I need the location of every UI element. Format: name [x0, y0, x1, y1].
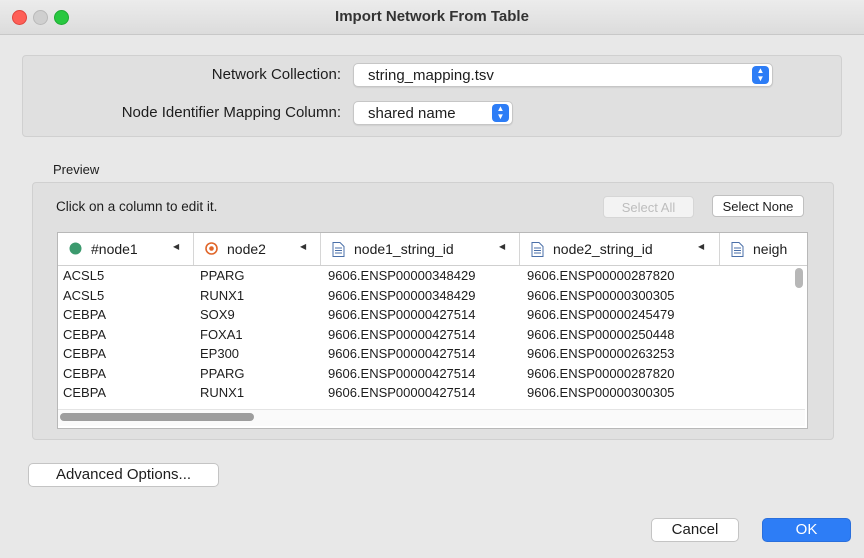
table-row: ACSL5 PPARG 9606.ENSP00000348429 9606.ENSP0… — [58, 266, 807, 286]
column-header-node2[interactable]: node2 ◀ — [194, 233, 321, 265]
table-cell: CEBPA — [63, 346, 107, 361]
table-cell: 9606.ENSP00000245479 — [527, 307, 675, 322]
column-header-node2-string-id[interactable]: node2_string_id ◀ — [520, 233, 720, 265]
table-cell: FOXA1 — [200, 326, 243, 342]
sort-arrow-icon[interactable]: ◀ — [698, 242, 704, 251]
vertical-scrollbar[interactable] — [795, 268, 803, 288]
table-cell: 9606.ENSP00000427514 — [328, 307, 476, 322]
table-header: #node1 ◀ node2 ◀ node1_string_id ◀ node2… — [58, 233, 807, 266]
table-cell: PPARG — [200, 365, 245, 381]
table-cell: 9606.ENSP00000263253 — [527, 346, 675, 361]
mapping-column-value: shared name — [368, 105, 456, 122]
table-cell: 9606.ENSP00000427514 — [328, 385, 476, 400]
table-cell: SOX9 — [200, 307, 235, 322]
table-row: CEBPA SOX9 9606.ENSP00000427514 9606.ENSP00… — [58, 305, 807, 325]
column-header-node1[interactable]: #node1 ◀ — [58, 233, 194, 265]
sort-arrow-icon[interactable]: ◀ — [173, 242, 179, 251]
table-cell: EP300 — [200, 346, 240, 361]
column-header-label: neigh — [753, 241, 788, 257]
table-cell: CEBPA — [63, 326, 107, 342]
table-cell: RUNX1 — [200, 385, 245, 400]
table-cell: 9606.ENSP00000348429 — [328, 287, 476, 303]
table-cell: 9606.ENSP00000250448 — [527, 326, 675, 342]
table-cell: 9606.ENSP00000287820 — [527, 268, 675, 283]
column-header-label: node2 — [227, 241, 266, 257]
window-title: Import Network From Table — [335, 8, 529, 25]
sort-arrow-icon[interactable]: ◀ — [499, 242, 505, 251]
table-row: CEBPA PPARG 9606.ENSP00000427514 9606.ENSP0… — [58, 364, 807, 384]
table-cell: 9606.ENSP00000427514 — [328, 346, 476, 361]
up-down-arrows-icon: ▲ ▼ — [492, 104, 509, 122]
column-header-label: node1_string_id — [354, 241, 454, 257]
table-cell: PPARG — [200, 268, 245, 283]
preview-table[interactable]: #node1 ◀ node2 ◀ node1_string_id ◀ node2… — [57, 232, 808, 429]
target-node-icon — [205, 242, 218, 255]
table-cell: 9606.ENSP00000348429 — [328, 268, 476, 283]
table-cell: 9606.ENSP00000300305 — [527, 385, 675, 400]
table-row: CEBPA RUNX1 9606.ENSP00000427514 9606.ENSP0… — [58, 383, 807, 403]
network-collection-label: Network Collection: — [211, 66, 341, 83]
edge-attribute-icon — [731, 242, 744, 257]
cancel-button[interactable]: Cancel — [651, 518, 739, 542]
preview-label: Preview — [53, 162, 100, 177]
preview-hint: Click on a column to edit it. — [56, 199, 218, 214]
table-cell: RUNX1 — [200, 287, 245, 303]
table-cell: ACSL5 — [63, 268, 105, 283]
column-header-label: node2_string_id — [553, 241, 653, 257]
table-cell: CEBPA — [63, 307, 107, 322]
table-cell: CEBPA — [63, 365, 107, 381]
source-node-icon — [69, 242, 82, 255]
select-none-button[interactable]: Select None — [712, 195, 804, 217]
select-all-button[interactable]: Select All — [603, 196, 694, 218]
mapping-column-label: Node Identifier Mapping Column: — [121, 104, 341, 121]
table-cell: 9606.ENSP00000300305 — [527, 287, 675, 303]
table-row: CEBPA FOXA1 9606.ENSP00000427514 9606.ENSP0… — [58, 325, 807, 345]
advanced-options-button[interactable]: Advanced Options... — [28, 463, 219, 487]
edge-attribute-icon — [531, 242, 544, 257]
column-header-label: #node1 — [91, 241, 138, 257]
title-bar: Import Network From Table — [0, 0, 864, 35]
horizontal-scrollbar[interactable] — [60, 413, 254, 421]
up-down-arrows-icon: ▲ ▼ — [752, 66, 769, 84]
network-collection-value: string_mapping.tsv — [368, 67, 494, 84]
table-cell: ACSL5 — [63, 287, 105, 303]
sort-arrow-icon[interactable]: ◀ — [300, 242, 306, 251]
column-header-node1-string-id[interactable]: node1_string_id ◀ — [321, 233, 520, 265]
edge-attribute-icon — [332, 242, 345, 257]
network-collection-select[interactable]: string_mapping.tsv ▲ ▼ — [353, 63, 773, 87]
table-row: CEBPA EP300 9606.ENSP00000427514 9606.ENSP0… — [58, 344, 807, 364]
table-cell: 9606.ENSP00000287820 — [527, 365, 675, 381]
table-cell: 9606.ENSP00000427514 — [328, 365, 476, 381]
column-header-neigh[interactable]: neigh — [720, 233, 807, 265]
table-cell: 9606.ENSP00000427514 — [328, 326, 476, 342]
table-row: ACSL5 RUNX1 9606.ENSP00000348429 9606.ENSP0… — [58, 286, 807, 306]
table-cell: CEBPA — [63, 385, 107, 400]
ok-button[interactable]: OK — [762, 518, 851, 542]
mapping-column-select[interactable]: shared name ▲ ▼ — [353, 101, 513, 125]
